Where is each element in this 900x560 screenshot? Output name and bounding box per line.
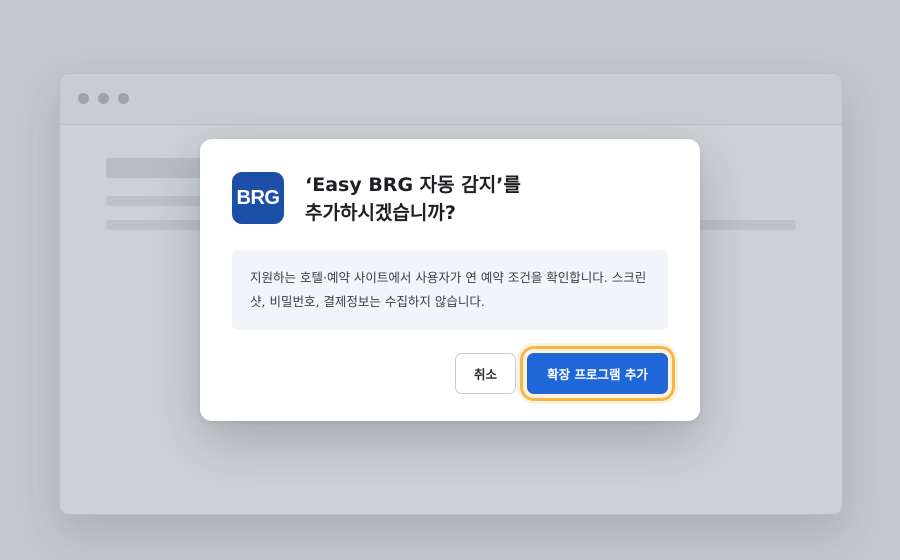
add-extension-dialog: BRG ‘Easy BRG 자동 감지’를 추가하시겠습니까? 지원하는 호텔·… bbox=[200, 139, 700, 421]
dialog-title-line-2: 추가하시겠습니까? bbox=[305, 202, 456, 224]
add-extension-button[interactable]: 확장 프로그램 추가 bbox=[520, 346, 675, 401]
cancel-button[interactable]: 취소 bbox=[455, 353, 516, 394]
extension-app-icon: BRG bbox=[232, 172, 284, 224]
dialog-title: ‘Easy BRG 자동 감지’를 추가하시겠습니까? bbox=[305, 171, 665, 227]
dialog-title-line-1: ‘Easy BRG 자동 감지’를 bbox=[305, 174, 521, 196]
window-zoom-dot bbox=[118, 93, 129, 104]
window-minimize-dot bbox=[98, 93, 109, 104]
window-close-dot bbox=[78, 93, 89, 104]
permission-message: 지원하는 호텔·예약 사이트에서 사용자가 연 예약 조건을 확인합니다. 스크… bbox=[250, 270, 647, 309]
browser-titlebar bbox=[60, 74, 842, 125]
permission-message-box: 지원하는 호텔·예약 사이트에서 사용자가 연 예약 조건을 확인합니다. 스크… bbox=[232, 250, 668, 330]
